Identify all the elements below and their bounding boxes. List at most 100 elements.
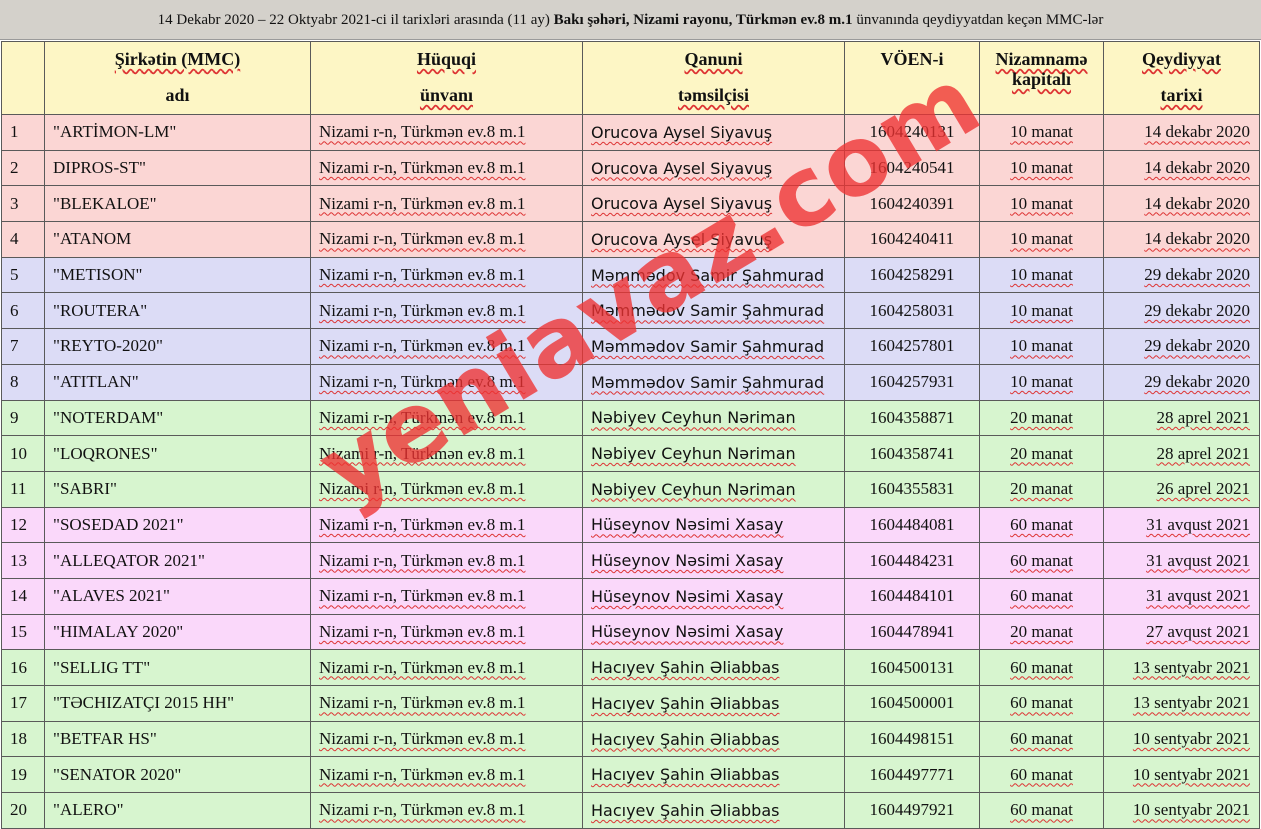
voen-number: 1604498151 (844, 720, 980, 758)
row-number: 9 (1, 399, 45, 437)
row-number: 14 (1, 577, 45, 615)
row-number: 13 (1, 542, 45, 579)
registration-date: 29 dekabr 2020 (1103, 256, 1260, 294)
company-name: "ATITLAN" (44, 363, 311, 401)
charter-capital: 60 manat (979, 756, 1104, 794)
company-name: "ALLEQATOR 2021" (44, 542, 311, 579)
table-row: 14 "ALAVES 2021" Nizami r-n, Türkmən ev.8 … (1, 577, 1260, 615)
charter-capital: 60 manat (979, 685, 1104, 722)
company-name: "NOTERDAM" (44, 399, 311, 437)
company-name: "BETFAR HS" (44, 720, 311, 758)
document-caption: 14 Dekabr 2020 – 22 Oktyabr 2021-ci il t… (0, 0, 1261, 40)
voen-number: 1604355831 (844, 470, 980, 508)
table-row: 4 "ATANOM Nizami r-n, Türkmən ev.8 m.1 Oruc… (1, 221, 1260, 258)
header-charter-capital: Nizamnamə kapitalı (979, 41, 1104, 115)
legal-representative: Məmmədov Samir Şahmurad (582, 363, 845, 401)
registration-date: 13 sentyabr 2021 (1103, 649, 1260, 686)
table-row: 10 "LOQRONES" Nizami r-n, Türkmən ev.8 m.1… (1, 435, 1260, 472)
row-number: 19 (1, 756, 45, 794)
row-number: 15 (1, 613, 45, 651)
legal-representative: Nəbiyev Ceyhun Nəriman (582, 399, 845, 437)
legal-representative: Hüseynov Nəsimi Xasay (582, 506, 845, 544)
header-no (1, 41, 45, 115)
table-row: 19 "SENATOR 2020" Nizami r-n, Türkmən ev.8… (1, 756, 1260, 794)
legal-address: Nizami r-n, Türkmən ev.8 m.1 (310, 577, 583, 615)
voen-number: 1604257931 (844, 363, 980, 401)
legal-representative: Hüseynov Nəsimi Xasay (582, 577, 845, 615)
header-legal-representative: Qanuni təmsilçisi (582, 41, 845, 115)
row-number: 7 (1, 328, 45, 365)
charter-capital: 10 manat (979, 221, 1104, 258)
row-number: 2 (1, 149, 45, 187)
row-number: 12 (1, 506, 45, 544)
legal-representative: Hacıyev Şahin Əliabbas (582, 792, 845, 829)
companies-table: Şirkətin (MMC) adı Hüquqi ünvanı Qanuni təm… (1, 41, 1260, 829)
row-number: 1 (1, 114, 45, 151)
charter-capital: 20 manat (979, 470, 1104, 508)
legal-address: Nizami r-n, Türkmən ev.8 m.1 (310, 506, 583, 544)
charter-capital: 10 manat (979, 363, 1104, 401)
legal-address: Nizami r-n, Türkmən ev.8 m.1 (310, 256, 583, 294)
row-number: 3 (1, 185, 45, 223)
charter-capital: 60 manat (979, 720, 1104, 758)
voen-number: 1604258291 (844, 256, 980, 294)
table-row: 8 "ATITLAN" Nizami r-n, Türkmən ev.8 m.1 Mə… (1, 363, 1260, 401)
legal-address: Nizami r-n, Türkmən ev.8 m.1 (310, 149, 583, 187)
table-row: 11 "SABRI" Nizami r-n, Türkmən ev.8 m.1 Nəb… (1, 470, 1260, 508)
legal-address: Nizami r-n, Türkmən ev.8 m.1 (310, 720, 583, 758)
company-name: "TƏCHIZATÇI 2015 HH" (44, 685, 311, 722)
company-name: DIPROS-ST" (44, 149, 311, 187)
legal-address: Nizami r-n, Türkmən ev.8 m.1 (310, 221, 583, 258)
header-legal-address: Hüquqi ünvanı (310, 41, 583, 115)
legal-representative: Hacıyev Şahin Əliabbas (582, 756, 845, 794)
legal-address: Nizami r-n, Türkmən ev.8 m.1 (310, 399, 583, 437)
registration-date: 31 avqust 2021 (1103, 542, 1260, 579)
table-row: 16 "SELLIG TT" Nizami r-n, Türkmən ev.8 m.… (1, 649, 1260, 686)
registration-date: 14 dekabr 2020 (1103, 185, 1260, 223)
legal-address: Nizami r-n, Türkmən ev.8 m.1 (310, 613, 583, 651)
charter-capital: 60 manat (979, 506, 1104, 544)
table-row: 5 "METISON" Nizami r-n, Türkmən ev.8 m.1 Mə… (1, 256, 1260, 294)
legal-representative: Hüseynov Nəsimi Xasay (582, 613, 845, 651)
charter-capital: 10 manat (979, 256, 1104, 294)
row-number: 5 (1, 256, 45, 294)
table-row: 2 DIPROS-ST" Nizami r-n, Türkmən ev.8 m.1 O… (1, 149, 1260, 187)
company-name: "REYTO-2020" (44, 328, 311, 365)
legal-representative: Hacıyev Şahin Əliabbas (582, 649, 845, 686)
registration-date: 27 avqust 2021 (1103, 613, 1260, 651)
voen-number: 1604497771 (844, 756, 980, 794)
voen-number: 1604497921 (844, 792, 980, 829)
company-name: "HIMALAY 2020" (44, 613, 311, 651)
legal-address: Nizami r-n, Türkmən ev.8 m.1 (310, 363, 583, 401)
voen-number: 1604240541 (844, 149, 980, 187)
legal-address: Nizami r-n, Türkmən ev.8 m.1 (310, 792, 583, 829)
legal-address: Nizami r-n, Türkmən ev.8 m.1 (310, 185, 583, 223)
table-row: 6 "ROUTERA" Nizami r-n, Türkmən ev.8 m.1 Mə… (1, 292, 1260, 330)
company-name: "ALAVES 2021" (44, 577, 311, 615)
voen-number: 1604240411 (844, 221, 980, 258)
legal-address: Nizami r-n, Türkmən ev.8 m.1 (310, 328, 583, 365)
charter-capital: 60 manat (979, 542, 1104, 579)
legal-representative: Orucova Aysel Siyavuş (582, 114, 845, 151)
row-number: 4 (1, 221, 45, 258)
charter-capital: 20 manat (979, 613, 1104, 651)
legal-representative: Hacıyev Şahin Əliabbas (582, 685, 845, 722)
row-number: 10 (1, 435, 45, 472)
table-row: 20 "ALERO" Nizami r-n, Türkmən ev.8 m.1 Hac… (1, 792, 1260, 829)
charter-capital: 60 manat (979, 649, 1104, 686)
charter-capital: 60 manat (979, 792, 1104, 829)
table-row: 18 "BETFAR HS" Nizami r-n, Türkmən ev.8 m.… (1, 720, 1260, 758)
registration-date: 10 sentyabr 2021 (1103, 720, 1260, 758)
caption-suffix: ünvanında qeydiyyatdan keçən MMC-lər (852, 12, 1104, 28)
registration-date: 14 dekabr 2020 (1103, 149, 1260, 187)
registration-date: 29 dekabr 2020 (1103, 363, 1260, 401)
registration-date: 31 avqust 2021 (1103, 577, 1260, 615)
table-row: 17 "TƏCHIZATÇI 2015 HH" Nizami r-n, Türkmə… (1, 685, 1260, 722)
legal-address: Nizami r-n, Türkmən ev.8 m.1 (310, 114, 583, 151)
company-name: "SENATOR 2020" (44, 756, 311, 794)
company-name: "ARTİMON-LM" (44, 114, 311, 151)
voen-number: 1604484101 (844, 577, 980, 615)
company-name: "SELLIG TT" (44, 649, 311, 686)
header-company-name: Şirkətin (MMC) adı (44, 41, 311, 115)
registration-date: 28 aprel 2021 (1103, 399, 1260, 437)
